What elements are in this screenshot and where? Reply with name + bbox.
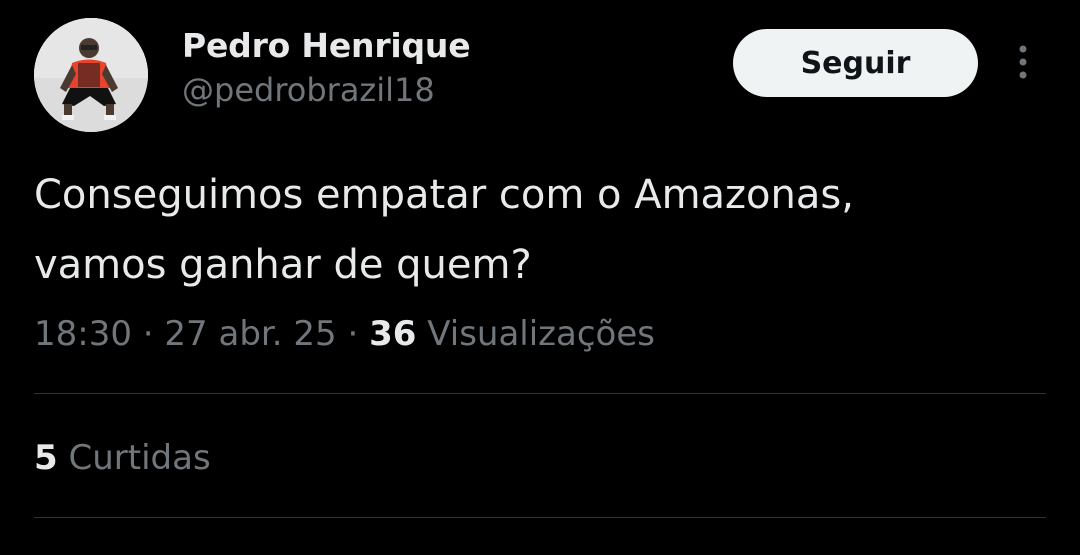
meta-separator: · [131, 314, 165, 354]
likes-label: Curtidas [68, 438, 211, 478]
divider [34, 517, 1046, 518]
meta-separator: · [336, 314, 370, 354]
tweet-text: Conseguimos empatar com o Amazonas, vamo… [34, 172, 854, 288]
tweet-meta: 18:30 · 27 abr. 25 · 36 Visualizações [34, 312, 655, 356]
views-label: Visualizações [427, 314, 655, 354]
views-count: 36 [369, 314, 417, 354]
author-handle[interactable]: @pedrobrazil18 [182, 70, 470, 110]
avatar-photo [34, 18, 148, 132]
more-options-button[interactable] [1006, 40, 1040, 84]
author-info: Pedro Henrique @pedrobrazil18 [182, 26, 471, 110]
tweet-time[interactable]: 18:30 [34, 314, 132, 354]
likes-count: 5 [34, 438, 58, 478]
divider [34, 393, 1046, 394]
likes-link[interactable]: 5 Curtidas [34, 436, 211, 480]
tweet-date[interactable]: 27 abr. 25 [164, 314, 336, 354]
author-display-name[interactable]: Pedro Henrique [182, 26, 471, 66]
more-vertical-icon [1019, 45, 1027, 79]
avatar[interactable] [34, 18, 148, 132]
follow-button[interactable]: Seguir [733, 29, 978, 97]
tweet-detail: Pedro Henrique @pedrobrazil18 Seguir Con… [0, 0, 1080, 555]
